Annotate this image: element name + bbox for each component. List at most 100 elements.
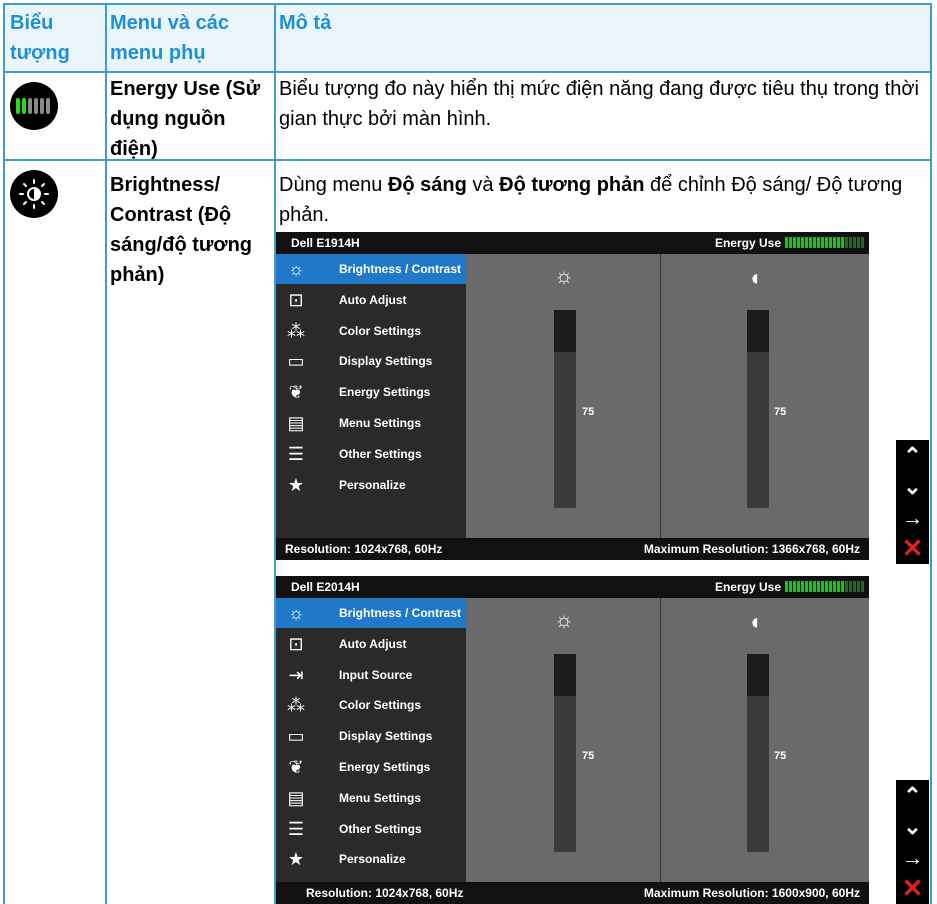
energy-meter-segment — [821, 581, 824, 592]
down-arrow-icon[interactable]: ⌄ — [896, 811, 929, 842]
sun-icon: ☼ — [287, 259, 305, 279]
osd-model-name: Dell E1914H — [291, 236, 360, 250]
brightness-slider[interactable] — [554, 310, 576, 508]
contrast-value: 75 — [774, 406, 787, 418]
osd-menu-item-label: Energy Settings — [339, 760, 431, 774]
osd-menu-item[interactable]: ⁂ Color Settings — [276, 690, 466, 720]
osd-title-bar: Dell E1914H Energy Use — [276, 232, 869, 254]
close-icon[interactable]: ✕ — [896, 533, 929, 564]
osd-menu-item[interactable]: ▤ Menu Settings — [276, 783, 466, 813]
brightness-contrast-menu-label: Brightness/ Contrast (Độ sáng/độ tương p… — [110, 174, 253, 286]
energy-meter-segment — [821, 237, 824, 248]
header-menu-column: Menu và các menu phụ — [110, 12, 229, 64]
osd-max-resolution: Maximum Resolution: 1600x900, 60Hz — [643, 886, 860, 900]
energy-meter-segment — [845, 237, 848, 248]
brightness-value: 75 — [582, 406, 595, 418]
leaf-icon: ❦ — [288, 382, 304, 403]
osd-menu-item-label: Color Settings — [339, 323, 422, 338]
osd-menu-item[interactable]: ☰ Other Settings — [276, 439, 466, 469]
energy-meter-segment — [833, 581, 836, 592]
energy-meter-segment — [825, 581, 828, 592]
osd-menu-item[interactable]: ★ Personalize — [276, 470, 466, 500]
table-column-divider — [105, 3, 107, 904]
osd-nav-buttons: ⌃ ⌄ → ✕ — [896, 780, 929, 904]
sliders-icon: ☰ — [287, 818, 305, 839]
osd-menu-item-label: Menu Settings — [339, 790, 422, 805]
osd-menu-item[interactable]: ⇥ Input Source — [276, 660, 466, 690]
auto-adjust-icon: ⊡ — [288, 633, 304, 654]
table-border-top — [3, 3, 932, 5]
brightness-slider[interactable] — [554, 654, 576, 852]
osd-menu-item-label: Other Settings — [339, 821, 422, 836]
osd-menu-item-label: Personalize — [339, 852, 406, 867]
osd-menu-item[interactable]: ☼ Brightness / Contrast — [276, 598, 466, 628]
brightness-value: 75 — [582, 750, 595, 762]
osd-menu-item-label: Display Settings — [339, 729, 433, 744]
osd-menu-item[interactable]: ▤ Menu Settings — [276, 408, 466, 438]
header-description-column: Mô tả — [279, 12, 332, 34]
osd-menu-item[interactable]: ☰ Other Settings — [276, 814, 466, 844]
osd-menu-item-label: Other Settings — [339, 446, 422, 461]
down-arrow-icon[interactable]: ⌄ — [896, 471, 929, 502]
osd-resolution: Resolution: 1024x768, 60Hz — [285, 542, 443, 556]
input-source-icon: ⇥ — [288, 664, 304, 685]
energy-meter-segment — [801, 237, 804, 248]
osd-status-bar: Resolution: 1024x768, 60Hz Maximum Resol… — [276, 538, 869, 560]
energy-meter-segment — [825, 237, 828, 248]
leaf-icon: ❦ — [288, 757, 304, 777]
right-arrow-icon[interactable]: → — [896, 842, 929, 873]
energy-use-menu-label: Energy Use (Sử dụng nguồn điện) — [110, 78, 261, 160]
energy-meter-segment — [809, 581, 812, 592]
energy-meter-segment — [809, 237, 812, 248]
table-border-right — [930, 3, 932, 904]
osd-menu-item[interactable]: ⊡ Auto Adjust — [276, 629, 466, 659]
osd-menu-item[interactable]: ⁂ Color Settings — [276, 316, 466, 346]
osd-brightness-panel: ☼ 75 — [466, 254, 660, 538]
menu-icon: ▤ — [287, 413, 305, 433]
osd-menu-item[interactable]: ★ Personalize — [276, 844, 466, 874]
osd-menu-item[interactable]: ⊡ Auto Adjust — [276, 285, 466, 315]
brightness-slider-fill — [554, 654, 576, 696]
brightness-slider-fill — [554, 310, 576, 352]
energy-meter-segment — [817, 581, 820, 592]
energy-meter-segment — [849, 237, 852, 248]
up-arrow-icon[interactable]: ⌃ — [896, 780, 929, 811]
contrast-slider[interactable] — [747, 310, 769, 508]
energy-meter-segment — [849, 581, 852, 592]
osd-menu-item[interactable]: ▭ Display Settings — [276, 721, 466, 751]
energy-meter-segment — [829, 237, 832, 248]
energy-meter-segment — [861, 237, 864, 248]
osd-menu-item-label: Brightness / Contrast — [339, 262, 462, 276]
contrast-slider[interactable] — [747, 654, 769, 852]
energy-meter-segment — [797, 581, 800, 592]
star-icon: ★ — [287, 849, 305, 870]
right-arrow-icon[interactable]: → — [896, 502, 929, 533]
energy-meter-segment — [857, 581, 860, 592]
osd-title-bar: Dell E2014H Energy Use — [276, 576, 869, 598]
contrast-icon: ◐ — [750, 265, 764, 290]
energy-meter-segment — [817, 237, 820, 248]
osd-energy-label: Energy Use — [714, 580, 781, 594]
energy-meter-segment — [837, 581, 840, 592]
table-row-divider — [3, 71, 932, 73]
osd-screenshot-e2014h: Dell E2014H Energy Use ☼ 75 ◐ 75 Resolut… — [276, 576, 869, 904]
energy-meter-segment — [841, 581, 844, 592]
energy-meter-segment — [789, 581, 792, 592]
energy-meter-segment — [797, 237, 800, 248]
close-icon[interactable]: ✕ — [896, 873, 929, 904]
osd-menu-item[interactable]: ▭ Display Settings — [276, 346, 466, 376]
energy-meter-segment — [837, 237, 840, 248]
osd-resolution: Resolution: 1024x768, 60Hz — [306, 886, 464, 900]
osd-menu-item[interactable]: ☼ Brightness / Contrast — [276, 254, 466, 284]
up-arrow-icon[interactable]: ⌃ — [896, 440, 929, 471]
energy-meter-segment — [861, 581, 864, 592]
energy-meter-segment — [789, 237, 792, 248]
energy-meter-segment — [857, 237, 860, 248]
brightness-contrast-description: Dùng menu Độ sáng và Độ tương phản để ch… — [279, 174, 903, 226]
table-border-left — [3, 3, 5, 904]
energy-use-description: Biểu tượng đo này hiển thị mức điện năng… — [279, 78, 919, 130]
osd-menu-item[interactable]: ❦ Energy Settings — [276, 752, 466, 782]
osd-energy-label: Energy Use — [714, 236, 781, 250]
osd-menu-item[interactable]: ❦ Energy Settings — [276, 377, 466, 407]
osd-energy-meter — [785, 581, 867, 592]
